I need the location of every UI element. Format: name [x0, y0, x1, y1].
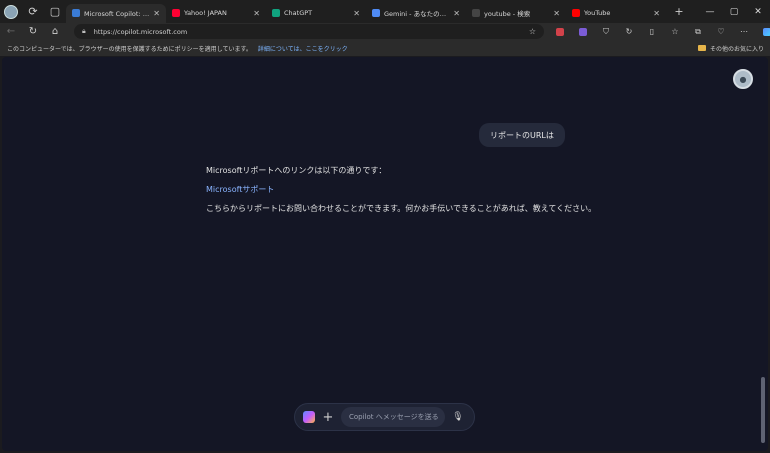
message-input[interactable]: Copilot へメッセージを送る	[341, 407, 445, 427]
browser-essentials-icon[interactable]: ♡	[713, 23, 729, 40]
tab-title: youtube - 検索	[484, 10, 531, 18]
split-screen-icon[interactable]: ▯	[644, 23, 660, 40]
user-message-bubble: リポートのURLは	[479, 123, 565, 147]
workspaces-icon[interactable]: ⟳	[22, 0, 44, 23]
browser-tab[interactable]: Gemini - あなたの日常を支援する AI ✕	[366, 4, 466, 23]
info-bar: このコンピューターでは、ブラウザーの使用を保護するためにポリシーを適用しています…	[0, 40, 770, 56]
user-message-text: リポートのURLは	[490, 130, 554, 140]
copilot-sidebar-icon[interactable]	[759, 23, 770, 40]
address-bar[interactable]: 🔒︎ https://copilot.microsoft.com ☆	[74, 24, 544, 39]
browser-tab[interactable]: YouTube ✕	[566, 4, 666, 23]
tab-title: ChatGPT	[284, 9, 313, 17]
minimize-button[interactable]: —	[698, 0, 722, 23]
back-button[interactable]: ←	[0, 23, 22, 40]
tab-close-icon[interactable]: ✕	[353, 9, 360, 18]
tab-close-icon[interactable]: ✕	[453, 9, 460, 18]
profile-icon	[4, 4, 18, 19]
tab-close-icon[interactable]: ✕	[253, 9, 260, 18]
browser-toolbar: ← ↻ ⌂ 🔒︎ https://copilot.microsoft.com ☆…	[0, 23, 770, 40]
other-favorites-label: その他のお気に入り	[709, 45, 764, 53]
tab-favicon-icon	[172, 9, 180, 17]
maximize-button[interactable]: ▢	[722, 0, 746, 23]
collections-icon[interactable]: ⧉	[690, 23, 706, 40]
browser-tab[interactable]: youtube - 検索 ✕	[466, 4, 566, 23]
copilot-logo-icon	[303, 411, 315, 423]
refresh-button[interactable]: ↻	[22, 23, 44, 40]
info-bar-text: このコンピューターでは、ブラウザーの使用を保護するためにポリシーを適用しています…	[7, 45, 252, 53]
url-text: https://copilot.microsoft.com	[93, 27, 188, 36]
extension-red-icon[interactable]	[552, 23, 568, 40]
profile-button[interactable]	[0, 0, 22, 23]
tab-title: Yahoo! JAPAN	[184, 9, 227, 17]
tab-strip: ⟳ ▢ Microsoft Copilot: あなたの AI✕Yahoo! JA…	[0, 0, 770, 23]
tab-favicon-icon	[572, 9, 580, 17]
assistant-reply-line: こちらからリポートにお問い合わせることができます。何かお手伝いできることがあれば…	[206, 204, 597, 213]
tab-close-icon[interactable]: ✕	[653, 9, 660, 18]
tab-favicon-icon	[72, 9, 80, 17]
home-button[interactable]: ⌂	[44, 23, 66, 40]
tab-actions-icon[interactable]: ▢	[44, 0, 66, 23]
tab-favicon-icon	[472, 9, 480, 17]
shield-icon[interactable]: ⛉	[598, 23, 614, 40]
info-bar-link[interactable]: 詳細については、ここをクリック	[258, 44, 348, 53]
scrollbar[interactable]	[761, 377, 765, 443]
tab-close-icon[interactable]: ✕	[153, 9, 160, 18]
tab-title: YouTube	[584, 9, 611, 17]
browser-tab[interactable]: Microsoft Copilot: あなたの AI✕	[66, 3, 166, 23]
favorite-star-icon[interactable]: ☆	[529, 27, 536, 36]
tab-title: Gemini - あなたの日常を支援する AI	[384, 10, 449, 18]
message-input-placeholder: Copilot へメッセージを送る	[349, 413, 439, 421]
tab-title: Microsoft Copilot: あなたの AI	[84, 10, 150, 18]
close-window-button[interactable]: ✕	[746, 0, 770, 23]
more-menu-icon[interactable]: ⋯	[736, 23, 752, 40]
reload-extension-icon[interactable]: ↻	[621, 23, 637, 40]
composer: + Copilot へメッセージを送る 🎙︎	[294, 403, 475, 431]
browser-tab[interactable]: ChatGPT ✕	[266, 4, 366, 23]
tab-favicon-icon	[272, 9, 280, 17]
other-favorites[interactable]: その他のお気に入り	[697, 44, 764, 53]
user-avatar[interactable]: ●	[733, 69, 753, 89]
extension-purple-icon[interactable]	[575, 23, 591, 40]
lock-icon: 🔒︎	[82, 27, 86, 35]
copilot-page	[2, 57, 768, 451]
tab-favicon-icon	[372, 9, 380, 17]
tab-close-icon[interactable]: ✕	[553, 9, 560, 18]
assistant-reply-line: Microsoftリポートへのリンクは以下の通りです：	[206, 166, 387, 175]
microphone-icon[interactable]: 🎙︎	[452, 411, 463, 423]
add-attachment-button[interactable]: +	[321, 410, 335, 425]
favorites-icon[interactable]: ☆	[667, 23, 683, 40]
browser-tab[interactable]: Yahoo! JAPAN ✕	[166, 4, 266, 23]
new-tab-button[interactable]: +	[668, 0, 690, 23]
support-link[interactable]: Microsoftサポート	[206, 184, 566, 195]
folder-icon	[697, 45, 706, 51]
